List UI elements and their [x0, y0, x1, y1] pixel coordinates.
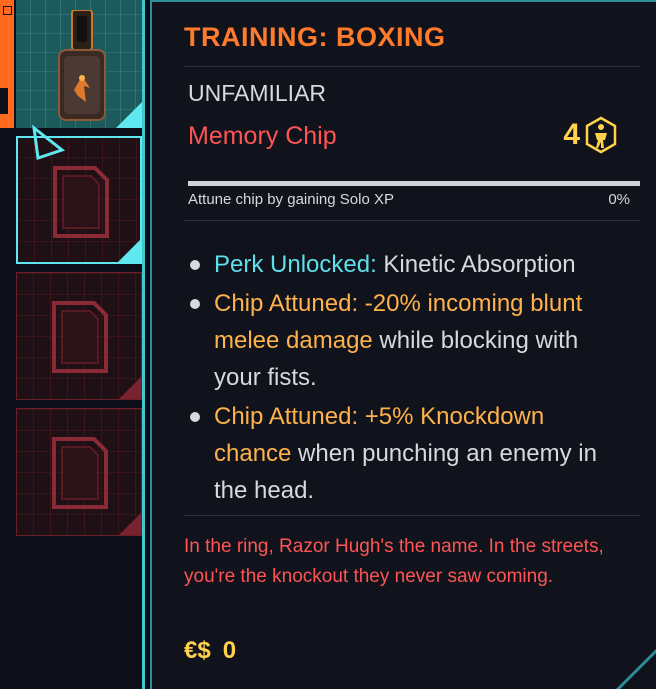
- frame-divider: [142, 0, 145, 689]
- chip-slot-icon: [53, 166, 109, 238]
- info-box-icon: [3, 6, 12, 15]
- bullet-dot: [190, 260, 200, 270]
- attunement-percent: 0%: [608, 191, 630, 208]
- slot-corner-accent: [116, 102, 142, 128]
- item-price: €$ 0: [184, 637, 236, 665]
- price-value: 0: [222, 637, 237, 664]
- chip-slot-column: [0, 0, 146, 689]
- item-title: TRAINING: BOXING: [184, 22, 446, 52]
- divider: [184, 515, 640, 516]
- slot-corner-accent: [119, 513, 141, 535]
- side-info-strip: [0, 0, 14, 128]
- effect-item: Chip Attuned: +5% Knockdown chance when …: [188, 398, 618, 509]
- memory-chip-icon: [58, 10, 106, 121]
- chip-slot-empty[interactable]: [16, 272, 142, 400]
- tooltip-frame-top: [152, 0, 656, 2]
- chip-slot-empty[interactable]: [16, 408, 142, 536]
- divider: [184, 220, 640, 221]
- item-tooltip: TRAINING: BOXING UNFAMILIAR Memory Chip …: [150, 0, 656, 689]
- chip-slot-icon: [52, 301, 108, 373]
- strip-notch: [0, 88, 8, 114]
- divider: [184, 66, 640, 67]
- effect-item: Perk Unlocked: Kinetic Absorption: [188, 246, 618, 283]
- bullet-dot: [190, 299, 200, 309]
- flavor-text: In the ring, Razor Hugh's the name. In t…: [184, 536, 604, 587]
- selection-triangle-icon: [32, 124, 66, 160]
- chip-slot-icon: [52, 437, 108, 509]
- attunement-label: Attune chip by gaining Solo XP: [188, 191, 394, 208]
- game-inventory-screen: TRAINING: BOXING UNFAMILIAR Memory Chip …: [0, 0, 656, 689]
- effect-text: Kinetic Absorption: [376, 251, 576, 278]
- attunement-progress-bar: [188, 181, 640, 186]
- effect-label: Chip Attuned:: [214, 290, 359, 317]
- capacity-cost: 4: [563, 116, 618, 154]
- item-type: Memory Chip: [188, 122, 337, 150]
- tooltip-frame-corner-inner: [620, 653, 656, 689]
- effect-item: Chip Attuned: -20% incoming blunt melee …: [188, 285, 618, 396]
- effect-label: Perk Unlocked:: [214, 251, 377, 278]
- equipped-chip-slot[interactable]: [16, 0, 142, 128]
- item-rarity: UNFAMILIAR: [188, 80, 327, 106]
- capacity-cost-value: 4: [563, 118, 580, 151]
- eddies-currency-icon: €$: [184, 637, 211, 664]
- slot-corner-accent: [119, 377, 141, 399]
- effect-label: Chip Attuned:: [214, 403, 359, 430]
- slot-corner-accent: [118, 240, 140, 262]
- bullet-dot: [190, 412, 200, 422]
- cyberware-capacity-icon: [585, 116, 617, 154]
- effects-list: Perk Unlocked: Kinetic Absorption Chip A…: [188, 246, 618, 511]
